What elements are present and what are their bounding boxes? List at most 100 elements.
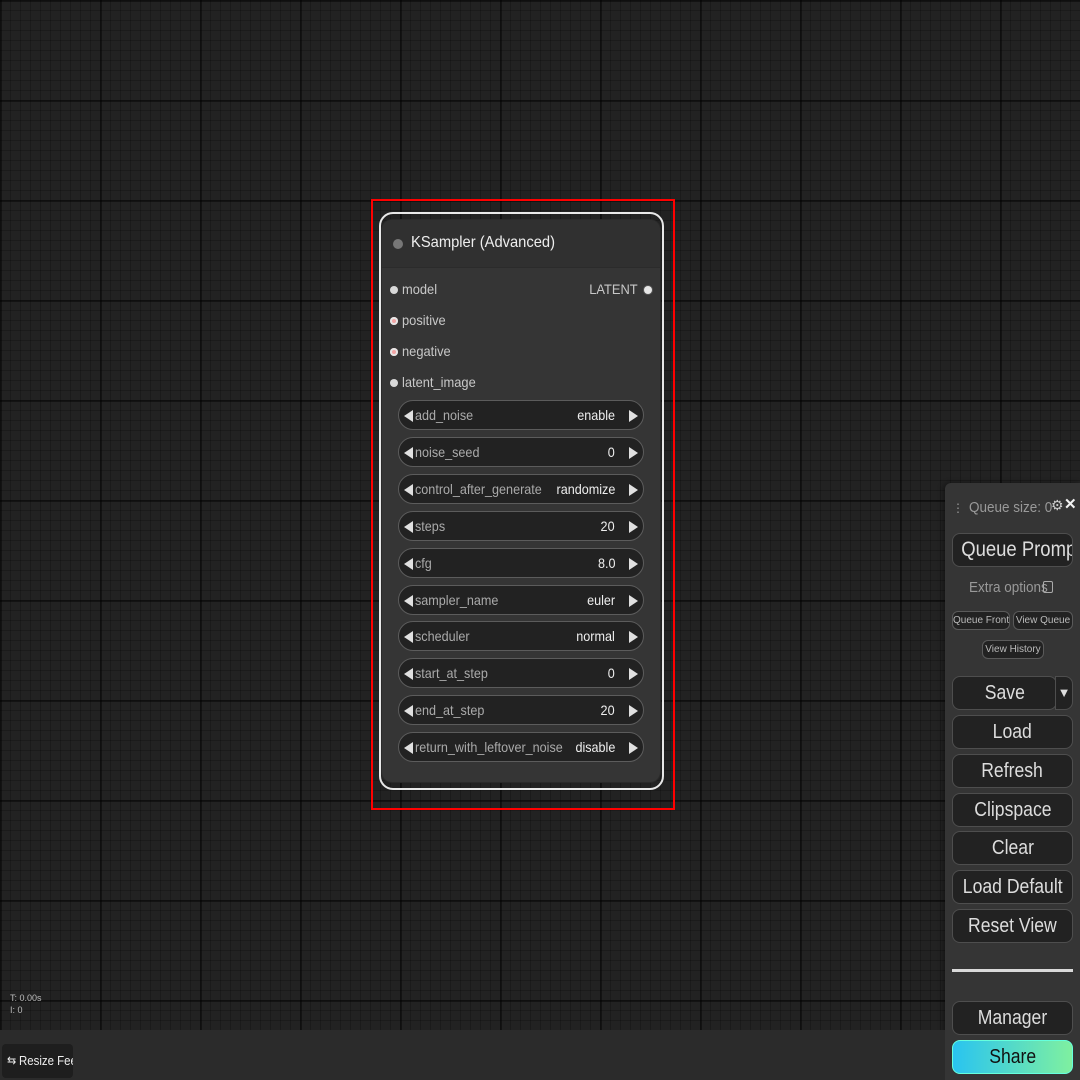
refresh-button[interactable]: Refresh [952,754,1073,788]
widget-control-after-generate[interactable]: control_after_generate randomize [398,474,644,504]
load-button[interactable]: Load [952,715,1073,749]
widget-name: sampler_name [415,592,499,608]
increment-arrow-icon[interactable] [629,742,638,754]
increment-arrow-icon[interactable] [629,447,638,459]
increment-arrow-icon[interactable] [629,484,638,496]
widget-value: randomize [556,481,615,497]
save-dropdown-button[interactable]: ▼ [1055,676,1073,710]
decrement-arrow-icon[interactable] [404,595,413,607]
widget-value: 0 [607,665,615,681]
stat-iterations: I: 0 [10,1005,23,1015]
refresh-label: Refresh [981,760,1044,782]
reset-view-button[interactable]: Reset View [952,909,1073,943]
queue-size-label: Queue size: 0 [969,499,1053,516]
resize-icon: ⇆ [7,1055,17,1067]
slot-connector-dot[interactable] [390,286,398,294]
stat-time: T: 0.00s [10,993,42,1003]
menu-separator [952,969,1073,972]
increment-arrow-icon[interactable] [629,668,638,680]
save-button[interactable]: Save [952,676,1057,710]
widget-name: return_with_leftover_noise [415,739,563,755]
widget-name: control_after_generate [415,481,542,497]
input-slot-label: latent_image [402,374,476,390]
widget-value: disable [575,739,615,755]
clipspace-label: Clipspace [973,799,1052,821]
close-icon[interactable]: ✕ [1064,495,1077,513]
load-default-label: Load Default [962,876,1063,898]
input-slot-label: negative [402,343,451,359]
increment-arrow-icon[interactable] [629,631,638,643]
clipspace-button[interactable]: Clipspace [952,793,1073,827]
widget-name: steps [415,518,446,534]
widget-end-at-step[interactable]: end_at_step 20 [398,695,644,725]
clear-button[interactable]: Clear [952,831,1073,865]
widget-return-with-leftover-noise[interactable]: return_with_leftover_noise disable [398,732,644,762]
manager-button[interactable]: Manager [952,1001,1073,1035]
clear-label: Clear [991,837,1034,859]
decrement-arrow-icon[interactable] [404,742,413,754]
view-history-button[interactable]: View History [982,640,1044,659]
save-label: Save [984,682,1025,704]
decrement-arrow-icon[interactable] [404,521,413,533]
reset-view-label: Reset View [968,915,1057,937]
drag-handle-icon[interactable]: ⋮ [952,501,964,515]
widget-sampler-name[interactable]: sampler_name euler [398,585,644,615]
decrement-arrow-icon[interactable] [404,705,413,717]
output-slot-latent[interactable]: LATENT [585,281,652,301]
decrement-arrow-icon[interactable] [404,631,413,643]
slot-connector-dot[interactable] [390,317,398,325]
widget-steps[interactable]: steps 20 [398,511,644,541]
widget-value: enable [577,407,615,423]
widget-noise-seed[interactable]: noise_seed 0 [398,437,644,467]
widget-value: 20 [600,518,615,534]
resize-feed-button[interactable]: ⇆ Resize Feed [2,1044,73,1078]
widget-value: normal [576,628,615,644]
widget-name: start_at_step [415,665,488,681]
increment-arrow-icon[interactable] [629,558,638,570]
decrement-arrow-icon[interactable] [404,447,413,459]
decrement-arrow-icon[interactable] [404,410,413,422]
bottom-bar [0,1030,945,1080]
queue-prompt-label: Queue Prompt [961,538,1073,561]
slot-connector-dot[interactable] [390,379,398,387]
input-slot-label: positive [402,312,446,328]
decrement-arrow-icon[interactable] [404,668,413,680]
gear-icon[interactable]: ⚙ [1051,497,1064,514]
input-slot-label: model [402,281,438,297]
render-stats: T: 0.00s I: 0 [10,992,42,1016]
ksampler-advanced-node[interactable]: KSampler (Advanced) model LATENT positiv… [382,220,660,782]
widget-cfg[interactable]: cfg 8.0 [398,548,644,578]
widget-add-noise[interactable]: add_noise enable [398,400,644,430]
queue-front-button[interactable]: Queue Front [952,611,1010,630]
widget-value: 0 [607,444,615,460]
share-button[interactable]: Share [952,1040,1073,1074]
node-header[interactable]: KSampler (Advanced) [382,220,660,268]
widget-scheduler[interactable]: scheduler normal [398,621,644,651]
widget-value: 8.0 [597,555,615,571]
extra-options-checkbox[interactable] [1043,581,1053,593]
manager-label: Manager [977,1007,1048,1029]
node-title: KSampler (Advanced) [411,234,555,251]
widget-name: noise_seed [415,444,480,460]
widget-name: add_noise [415,407,474,423]
widget-name: cfg [415,555,432,571]
view-queue-button[interactable]: View Queue [1013,611,1073,630]
decrement-arrow-icon[interactable] [404,558,413,570]
output-slot-label: LATENT [589,281,638,297]
slot-connector-dot[interactable] [390,348,398,356]
side-menu: ⋮ Queue size: 0 ⚙ ✕ Queue Prompt Extra o… [945,483,1080,1080]
increment-arrow-icon[interactable] [629,595,638,607]
decrement-arrow-icon[interactable] [404,484,413,496]
widget-name: scheduler [415,628,470,644]
increment-arrow-icon[interactable] [629,521,638,533]
slot-connector-dot[interactable] [644,286,652,294]
widget-value: 20 [600,702,615,718]
increment-arrow-icon[interactable] [629,410,638,422]
widget-start-at-step[interactable]: start_at_step 0 [398,658,644,688]
load-default-button[interactable]: Load Default [952,870,1073,904]
node-collapse-dot[interactable] [393,239,403,249]
extra-options-text: Extra options [969,579,1048,596]
queue-prompt-button[interactable]: Queue Prompt [952,533,1073,567]
increment-arrow-icon[interactable] [629,705,638,717]
widget-value: euler [586,592,615,608]
